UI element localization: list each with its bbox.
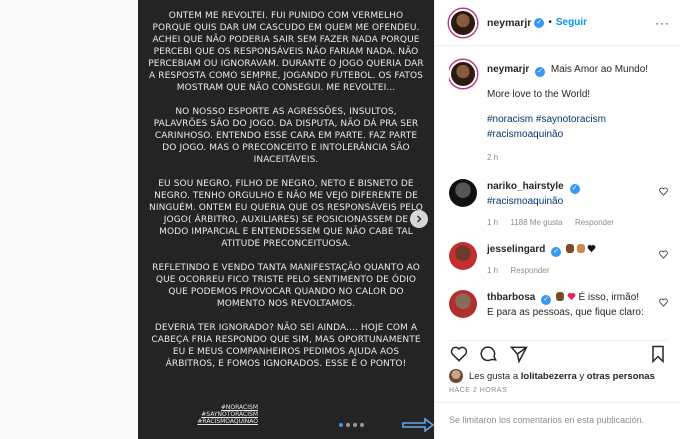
likes-prefix: Les gusta a — [469, 370, 519, 382]
commenter-avatar[interactable] — [449, 242, 477, 270]
verified-icon: ✓ — [551, 247, 562, 257]
verified-icon: ✓ — [541, 295, 552, 305]
hand-emoji — [565, 244, 574, 253]
carousel-dot — [339, 423, 343, 427]
image-hashtag: #SAYNOTORACISM — [201, 411, 258, 418]
carousel-dot — [360, 423, 364, 427]
like-comment-icon[interactable] — [659, 298, 668, 307]
caption-text-en: More love to the World! — [487, 89, 591, 100]
verified-icon: ✓ — [534, 17, 545, 28]
comment-item: thbarbosa ✓ É isso, irmão! E para as pes… — [449, 290, 670, 320]
commenter-username[interactable]: jesselingard — [487, 244, 545, 255]
arrow-right-icon — [402, 418, 434, 432]
more-options-icon[interactable]: ··· — [655, 16, 670, 30]
verified-icon: ✓ — [569, 184, 580, 194]
comment-likes[interactable]: 1188 Me gusta — [510, 218, 562, 227]
caption-username[interactable]: neymarjr — [487, 64, 529, 75]
verified-icon: ✓ — [535, 67, 546, 77]
comment-icon[interactable] — [479, 344, 499, 364]
caption-hashtags[interactable]: #racismoaquinão — [487, 127, 670, 142]
author-avatar[interactable] — [449, 8, 477, 37]
background-left — [0, 0, 138, 439]
statement-paragraph: DEVERIA TER IGNORADO? NÃO SEI AINDA.... … — [151, 323, 421, 369]
reply-button[interactable]: Responder — [575, 218, 614, 227]
heart-icon[interactable] — [449, 344, 469, 364]
commenter-avatar[interactable] — [449, 179, 477, 207]
comment-item: nariko_hairstyle ✓ #racismoaquinão 1 h 1… — [449, 179, 670, 230]
commenter-avatar[interactable] — [449, 290, 477, 318]
comments-limited-notice: Se limitaron los comentarios en esta pub… — [435, 402, 680, 439]
image-hashtag: #RACISMOAQUINÃO — [197, 418, 258, 425]
caption: neymarjr ✓ Mais Amor ao Mundo! More love… — [449, 60, 670, 165]
image-statement-text: ONTEM ME REVOLTEI. FUI PUNIDO COM VERMEL… — [138, 10, 434, 382]
comment-time[interactable]: 1 h — [487, 266, 498, 275]
other-likers-link[interactable]: otras personas — [587, 371, 655, 382]
bookmark-icon[interactable] — [648, 344, 668, 364]
author-username[interactable]: neymarjr — [487, 17, 531, 29]
carousel-dot — [346, 423, 350, 427]
like-comment-icon[interactable] — [659, 250, 668, 259]
next-image-button[interactable] — [410, 210, 428, 228]
statement-paragraph: EU SOU NEGRO, FILHO DE NEGRO, NETO E BIS… — [149, 179, 423, 249]
hand-emoji — [576, 244, 585, 253]
caption-avatar[interactable] — [449, 60, 477, 88]
commenter-username[interactable]: thbarbosa — [487, 292, 535, 303]
follow-button[interactable]: Seguir — [556, 17, 587, 28]
liker-avatar — [449, 369, 463, 383]
comment-text: E para as pessoas, que fique claro: — [487, 307, 644, 318]
comment-text: É isso, irmão! — [578, 292, 640, 303]
likes-and: y — [579, 370, 585, 382]
carousel-indicator — [339, 423, 364, 427]
reply-button[interactable]: Responder — [510, 266, 549, 275]
comment-text[interactable]: #racismoaquinão — [487, 194, 670, 209]
comment-item: jesselingard ✓ 1 h Responder — [449, 242, 670, 278]
image-hashtags: #NORACISM #SAYNOTORACISM #RACISMOAQUINÃO — [138, 404, 258, 425]
statement-paragraph: ONTEM ME REVOLTEI. FUI PUNIDO COM VERMEL… — [148, 11, 424, 93]
statement-paragraph: NO NOSSO ESPORTE AS AGRESSÕES, INSULTOS,… — [153, 107, 419, 165]
caption-hashtags[interactable]: #noracism #saynotoracism — [487, 112, 670, 127]
hand-emoji — [555, 292, 564, 301]
caption-text: Mais Amor ao Mundo! — [550, 64, 649, 75]
post-timestamp[interactable]: HACE 2 HORAS — [449, 387, 507, 394]
share-icon[interactable] — [509, 344, 529, 364]
post-side-panel: neymarjr ✓ • Seguir ··· neymarjr ✓ Mais … — [434, 0, 680, 439]
comment-time[interactable]: 1 h — [487, 218, 498, 227]
caption-time[interactable]: 2 h — [487, 153, 498, 162]
chevron-right-icon — [416, 215, 422, 223]
comments-list[interactable]: neymarjr ✓ Mais Amor ao Mundo! More love… — [449, 56, 670, 336]
red-heart-icon — [567, 292, 576, 301]
likes-summary[interactable]: Les gusta a lolitabezerra y otras person… — [449, 369, 655, 383]
liker-username[interactable]: lolitabezerra — [521, 371, 577, 382]
image-hashtag: #NORACISM — [220, 404, 258, 411]
post-header: neymarjr ✓ • Seguir ··· — [435, 0, 680, 46]
statement-paragraph: REFLETINDO E VENDO TANTA MANIFESTAÇÃO QU… — [152, 263, 420, 309]
action-bar — [449, 340, 668, 366]
separator-dot: • — [548, 17, 552, 28]
black-heart-icon — [588, 244, 596, 253]
post-image[interactable]: ONTEM ME REVOLTEI. FUI PUNIDO COM VERMEL… — [138, 0, 434, 439]
carousel-dot — [353, 423, 357, 427]
commenter-username[interactable]: nariko_hairstyle — [487, 181, 564, 192]
like-comment-icon[interactable] — [659, 187, 668, 196]
